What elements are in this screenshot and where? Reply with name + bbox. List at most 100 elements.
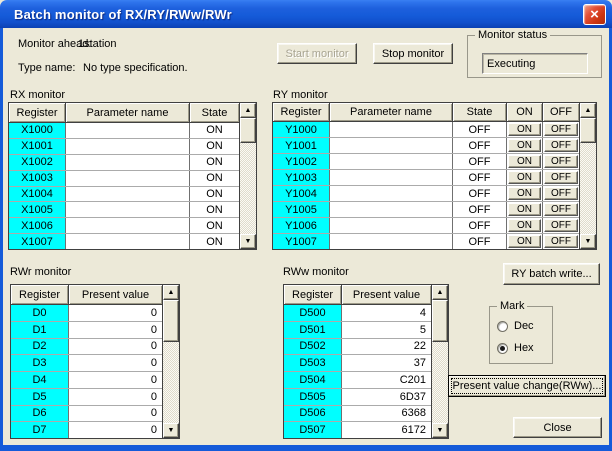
rwr-column-header-present-value[interactable]: Present value — [69, 285, 162, 304]
rww-scrollbar[interactable]: ▲ ▼ — [431, 285, 448, 438]
present-value-cell: 0 — [69, 322, 162, 338]
parameter-name-cell — [330, 234, 453, 249]
present-value-cell: 5 — [342, 322, 431, 338]
mark-group: Mark Dec Hex — [489, 306, 553, 364]
register-cell[interactable]: Y1006 — [273, 218, 330, 233]
present-value-change-button[interactable]: Present value change(RWw)... — [448, 375, 606, 397]
scroll-up-icon[interactable]: ▲ — [163, 285, 179, 300]
register-cell[interactable]: D506 — [284, 406, 342, 422]
register-cell[interactable]: X1005 — [9, 202, 66, 217]
scroll-thumb[interactable] — [240, 118, 256, 143]
off-cell: OFF — [543, 218, 579, 233]
register-cell[interactable]: D500 — [284, 305, 342, 321]
batch-monitor-dialog: Batch monitor of RX/RY/RWw/RWr × Monitor… — [0, 0, 612, 451]
state-cell: OFF — [453, 138, 507, 153]
ry-scrollbar[interactable]: ▲ ▼ — [579, 103, 596, 249]
ry-off-button[interactable]: OFF — [544, 219, 578, 232]
rwr-column-header-register[interactable]: Register — [11, 285, 69, 304]
scroll-down-icon[interactable]: ▼ — [163, 423, 179, 438]
ry-on-button[interactable]: ON — [508, 219, 541, 232]
register-cell[interactable]: D507 — [284, 422, 342, 438]
close-button[interactable]: × — [583, 4, 606, 25]
register-cell[interactable]: X1001 — [9, 139, 66, 154]
scroll-thumb[interactable] — [163, 300, 179, 342]
register-cell[interactable]: Y1005 — [273, 202, 330, 217]
register-cell[interactable]: D5 — [11, 389, 69, 405]
rx-monitor-label: RX monitor — [10, 89, 65, 101]
register-cell[interactable]: D503 — [284, 355, 342, 371]
ry-off-button[interactable]: OFF — [544, 139, 578, 152]
mark-radio-option[interactable]: Hex — [497, 341, 534, 355]
ry-on-button[interactable]: ON — [508, 187, 541, 200]
ry-on-button[interactable]: ON — [508, 171, 541, 184]
rwr-scrollbar[interactable]: ▲ ▼ — [162, 285, 179, 438]
register-cell[interactable]: D505 — [284, 389, 342, 405]
ry-on-button[interactable]: ON — [508, 155, 541, 168]
on-cell: ON — [507, 138, 543, 153]
register-cell[interactable]: Y1002 — [273, 154, 330, 169]
scroll-up-icon[interactable]: ▲ — [240, 103, 256, 118]
register-cell[interactable]: X1003 — [9, 171, 66, 186]
rx-column-header-register[interactable]: Register — [9, 103, 66, 122]
ry-on-button[interactable]: ON — [508, 203, 541, 216]
register-cell[interactable]: X1000 — [9, 123, 66, 138]
ry-on-button[interactable]: ON — [508, 123, 541, 136]
rx-scrollbar[interactable]: ▲ ▼ — [239, 103, 256, 249]
rww-column-header-register[interactable]: Register — [284, 285, 342, 304]
register-cell[interactable]: D2 — [11, 339, 69, 355]
rww-column-header-present-value[interactable]: Present value — [342, 285, 431, 304]
register-cell[interactable]: D7 — [11, 422, 69, 438]
register-cell[interactable]: D3 — [11, 355, 69, 371]
rx-column-header-parameter-name[interactable]: Parameter name — [66, 103, 190, 122]
register-cell[interactable]: X1004 — [9, 187, 66, 202]
register-cell[interactable]: X1006 — [9, 218, 66, 233]
ry-batch-write-button[interactable]: RY batch write... — [503, 263, 600, 285]
ry-column-header-off[interactable]: OFF — [543, 103, 579, 121]
stop-monitor-button[interactable]: Stop monitor — [373, 43, 453, 64]
scroll-up-icon[interactable]: ▲ — [580, 103, 596, 118]
ry-off-button[interactable]: OFF — [544, 235, 578, 248]
register-cell[interactable]: D501 — [284, 322, 342, 338]
scroll-down-icon[interactable]: ▼ — [240, 234, 256, 249]
register-cell[interactable]: D504 — [284, 372, 342, 388]
register-cell[interactable]: D0 — [11, 305, 69, 321]
register-cell[interactable]: X1007 — [9, 234, 66, 249]
window-title: Batch monitor of RX/RY/RWw/RWr — [14, 7, 232, 22]
register-cell[interactable]: X1002 — [9, 155, 66, 170]
ry-off-button[interactable]: OFF — [544, 155, 578, 168]
register-cell[interactable]: Y1004 — [273, 186, 330, 201]
register-cell[interactable]: Y1001 — [273, 138, 330, 153]
scroll-down-icon[interactable]: ▼ — [580, 234, 596, 249]
close-dialog-button[interactable]: Close — [513, 417, 602, 438]
register-cell[interactable]: D502 — [284, 339, 342, 355]
register-cell[interactable]: D4 — [11, 372, 69, 388]
register-cell[interactable]: Y1003 — [273, 170, 330, 185]
ry-off-button[interactable]: OFF — [544, 187, 578, 200]
ry-off-button[interactable]: OFF — [544, 171, 578, 184]
titlebar[interactable]: Batch monitor of RX/RY/RWw/RWr × — [0, 0, 612, 28]
ry-on-button[interactable]: ON — [508, 235, 541, 248]
ry-off-button[interactable]: OFF — [544, 203, 578, 216]
rx-column-header-state[interactable]: State — [190, 103, 239, 122]
register-cell[interactable]: Y1007 — [273, 234, 330, 249]
scroll-down-icon[interactable]: ▼ — [432, 423, 448, 438]
parameter-name-cell — [66, 123, 190, 138]
type-name-value: No type specification. — [83, 62, 188, 74]
ry-column-header-parameter-name[interactable]: Parameter name — [330, 103, 453, 121]
ry-column-header-state[interactable]: State — [453, 103, 507, 121]
register-cell[interactable]: D1 — [11, 322, 69, 338]
window-border-left — [0, 28, 3, 451]
ry-on-button[interactable]: ON — [508, 139, 541, 152]
scroll-up-icon[interactable]: ▲ — [432, 285, 448, 300]
ry-column-header-on[interactable]: ON — [507, 103, 543, 121]
register-cell[interactable]: Y1000 — [273, 122, 330, 137]
ry-column-header-register[interactable]: Register — [273, 103, 330, 121]
register-cell[interactable]: D6 — [11, 406, 69, 422]
present-value-cell: 0 — [69, 372, 162, 388]
scroll-thumb[interactable] — [432, 300, 448, 342]
rx-table-row: X1001 ON — [9, 139, 239, 155]
start-monitor-button[interactable]: Start monitor — [277, 43, 357, 64]
mark-radio-option[interactable]: Dec — [497, 319, 534, 333]
scroll-thumb[interactable] — [580, 118, 596, 143]
ry-off-button[interactable]: OFF — [544, 123, 578, 136]
